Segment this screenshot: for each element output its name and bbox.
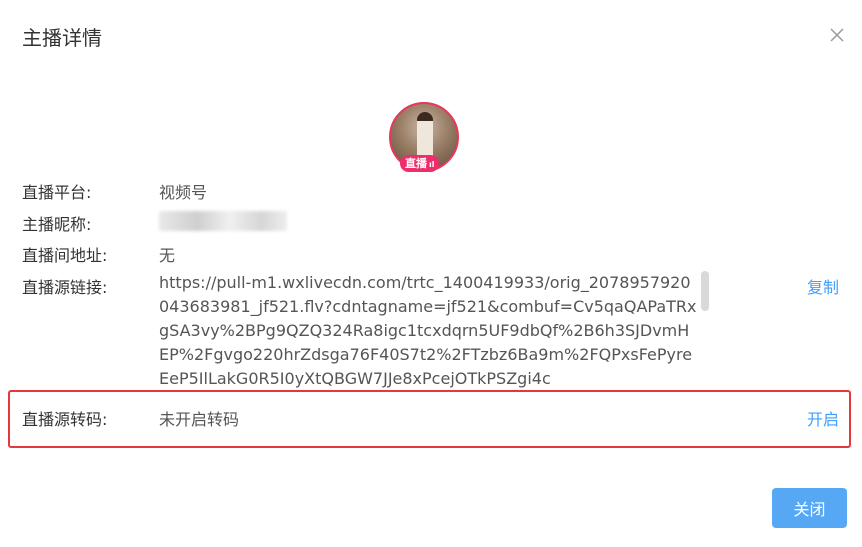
live-badge-label: 直播	[405, 157, 427, 170]
room-address-label: 直播间地址:	[22, 246, 108, 265]
room-address-value: 无	[159, 246, 176, 265]
nickname-value-redacted	[159, 211, 287, 231]
transcode-status: 未开启转码	[159, 410, 240, 429]
dialog-title: 主播详情	[22, 26, 102, 50]
live-bars-icon: ıl	[429, 160, 435, 169]
close-button[interactable]: 关闭	[772, 488, 847, 528]
nickname-label: 主播昵称:	[22, 215, 92, 234]
source-link-scrollbar[interactable]	[699, 271, 711, 393]
enable-transcode-button[interactable]: 开启	[807, 406, 839, 430]
platform-label: 直播平台:	[22, 183, 92, 202]
source-link-label: 直播源链接:	[22, 278, 108, 297]
platform-value: 视频号	[159, 183, 208, 202]
source-link-value: https://pull-m1.wxlivecdn.com/trtc_14004…	[159, 273, 697, 388]
transcode-highlight	[8, 390, 851, 448]
scrollbar-thumb[interactable]	[701, 271, 709, 311]
transcode-label: 直播源转码:	[22, 410, 108, 429]
copy-link-button[interactable]: 复制	[807, 274, 839, 298]
live-badge: 直播 ıl	[400, 155, 440, 172]
close-icon-glyph	[830, 28, 844, 42]
close-icon[interactable]	[827, 25, 847, 45]
avatar: 直播 ıl	[389, 102, 459, 172]
anchor-detail-dialog: 主播详情 直播 ıl 直播平台: 视频号 主播昵称: 直播间地址: 无 直播源链接…	[0, 0, 862, 547]
